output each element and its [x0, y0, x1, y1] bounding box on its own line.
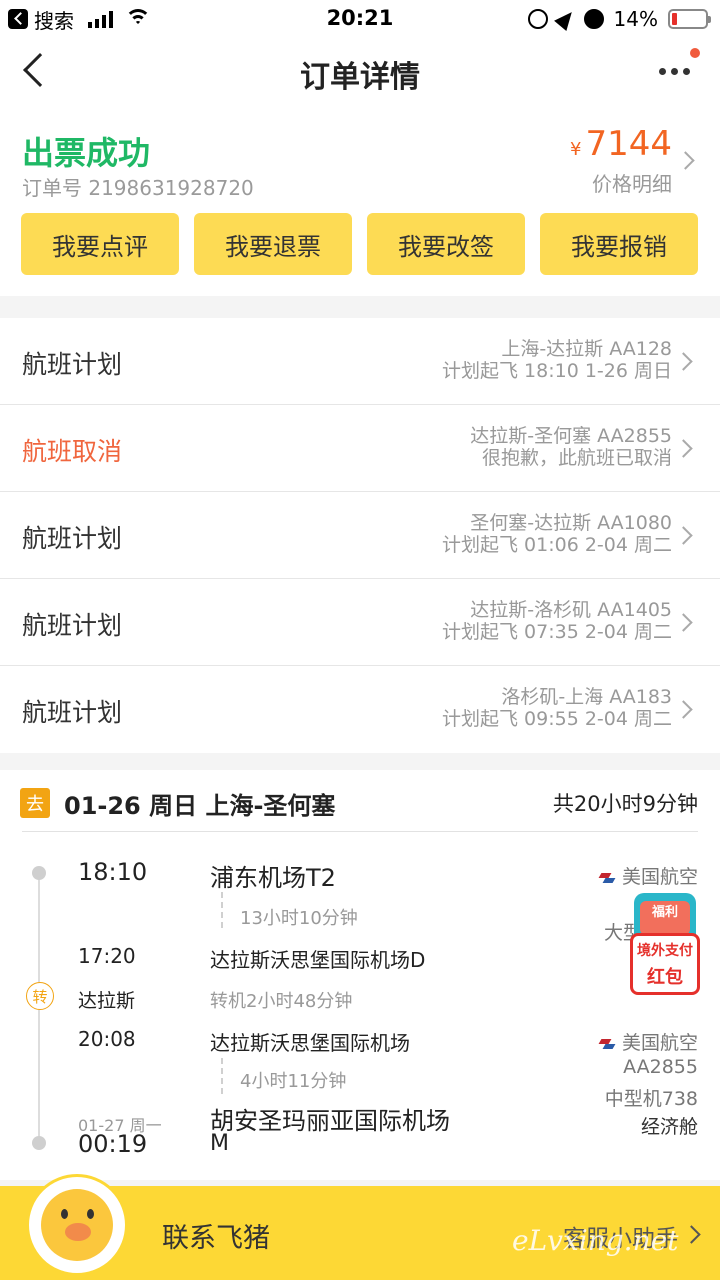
currency-symbol: ¥	[570, 139, 582, 160]
transfer-city: 达拉斯	[78, 990, 136, 1012]
pig-mascot-icon	[41, 1189, 113, 1261]
segment1-dep-time: 18:10	[78, 858, 148, 886]
flight-info: 洛杉矶-上海 AA183 计划起飞 09:55 2-04 周二	[442, 686, 672, 730]
promo-line3: 红包	[647, 967, 683, 988]
flight-route: 上海-达拉斯 AA128	[501, 338, 672, 360]
notification-dot	[690, 48, 700, 58]
flight-route: 达拉斯-洛杉矶 AA1405	[470, 599, 672, 621]
flight-route: 圣何塞-达拉斯 AA1080	[470, 512, 672, 534]
flight-detail: 计划起飞 07:35 2-04 周二	[442, 621, 672, 643]
transfer-wait: 转机2小时48分钟	[210, 991, 353, 1012]
timeline-end-dot	[32, 1136, 46, 1150]
segment2-arr-airport-line1: 胡安圣玛丽亚国际机场	[210, 1107, 450, 1135]
pig-eye	[87, 1209, 94, 1219]
segment2-dash	[221, 1058, 223, 1094]
battery-icon	[668, 9, 711, 29]
flight-info: 圣何塞-达拉斯 AA1080 计划起飞 01:06 2-04 周二	[442, 512, 672, 556]
segment1-duration: 13小时10分钟	[240, 908, 358, 929]
page-title: 订单详情	[300, 60, 420, 95]
outbound-tag: 去	[20, 788, 50, 818]
pig-eye	[61, 1209, 68, 1219]
pig-nose	[65, 1223, 91, 1241]
flight-detail: 计划起飞 09:55 2-04 周二	[442, 708, 672, 730]
overseas-payment-redpacket-badge[interactable]: 福利 境外支付 红包	[630, 893, 700, 999]
flight-status-label: 航班计划	[22, 698, 123, 727]
fliggy-mascot-avatar[interactable]	[26, 1174, 128, 1276]
flight-detail: 很抱歉，此航班已取消	[481, 447, 672, 469]
segment2-cabin: 经济舱	[640, 1116, 698, 1138]
flight-row[interactable]: 航班取消 达拉斯-圣何塞 AA2855 很抱歉，此航班已取消	[0, 405, 720, 492]
segment2-duration: 4小时11分钟	[240, 1071, 347, 1092]
order-summary: 出票成功 订单号 2198631928720 ¥ 7144 价格明细 我要点评 …	[0, 106, 720, 296]
watermark: eLvxing.net	[512, 1224, 679, 1257]
flight-status-label: 航班取消	[22, 437, 123, 466]
alarm-icon	[583, 9, 604, 29]
price-detail-link[interactable]: 价格明细	[592, 168, 672, 197]
ticket-status: 出票成功	[22, 134, 151, 172]
review-button[interactable]: 我要点评	[21, 213, 179, 275]
segment1-dash	[221, 892, 223, 928]
segment2-arr-airport-line2: M	[210, 1131, 229, 1156]
contact-fliggy-button[interactable]: 联系飞猪	[162, 1216, 270, 1255]
chevron-right-icon[interactable]	[676, 151, 695, 170]
segment1-dep-airport: 浦东机场T2	[210, 864, 336, 892]
flight-detail: 计划起飞 01:06 2-04 周二	[442, 534, 672, 556]
flight-info: 达拉斯-洛杉矶 AA1405 计划起飞 07:35 2-04 周二	[442, 599, 672, 643]
action-buttons: 我要点评 我要退票 我要改签 我要报销	[21, 213, 698, 275]
flight-status-list: 航班计划 上海-达拉斯 AA128 计划起飞 18:10 1-26 周日 航班取…	[0, 318, 720, 753]
flight-row[interactable]: 航班计划 上海-达拉斯 AA128 计划起飞 18:10 1-26 周日	[0, 318, 720, 405]
chevron-right-icon	[674, 352, 693, 371]
flight-info: 上海-达拉斯 AA128 计划起飞 18:10 1-26 周日	[442, 338, 672, 382]
nav-bar: 订单详情	[0, 38, 720, 106]
transfer-icon: 转	[26, 982, 54, 1010]
chevron-right-icon	[674, 526, 693, 545]
segment1-airline-name: 美国航空	[621, 866, 698, 888]
promo-line1: 福利	[651, 905, 678, 920]
change-button[interactable]: 我要改签	[367, 213, 525, 275]
american-airlines-logo-icon	[600, 871, 616, 885]
refund-button[interactable]: 我要退票	[194, 213, 352, 275]
price-amount: 7144	[585, 124, 672, 164]
segment2-airline-name: 美国航空	[621, 1032, 698, 1054]
chevron-right-icon	[674, 613, 693, 632]
location-icon	[553, 6, 578, 32]
flight-row[interactable]: 航班计划 达拉斯-洛杉矶 AA1405 计划起飞 07:35 2-04 周二	[0, 579, 720, 666]
flight-detail: 计划起飞 18:10 1-26 周日	[442, 360, 672, 382]
status-right: 14%	[527, 6, 711, 32]
total-duration: 共20小时9分钟	[552, 792, 698, 816]
order-number: 订单号 2198631928720	[22, 176, 254, 200]
price[interactable]: ¥ 7144	[570, 124, 672, 164]
flight-status-label: 航班计划	[22, 350, 123, 379]
itinerary-title: 01-26 周日 上海-圣何塞	[64, 792, 336, 820]
battery-percent: 14%	[613, 7, 658, 31]
segment2-airline: 美国航空	[600, 1028, 698, 1055]
american-airlines-logo-icon	[600, 1037, 616, 1051]
segment2-dep-time: 20:08	[78, 1027, 136, 1051]
itinerary-card: 去 01-26 周日 上海-圣何塞 共20小时9分钟 转 18:10 浦东机场T…	[0, 770, 720, 1180]
segment2-arr-time: 00:19	[78, 1130, 148, 1158]
reimburse-button[interactable]: 我要报销	[540, 213, 698, 275]
flight-route: 达拉斯-圣何塞 AA2855	[470, 425, 672, 447]
segment1-airline: 美国航空	[600, 862, 698, 889]
flight-row[interactable]: 航班计划 洛杉矶-上海 AA183 计划起飞 09:55 2-04 周二	[0, 666, 720, 753]
rotation-lock-icon	[527, 9, 548, 29]
segment1-arr-time: 17:20	[78, 944, 136, 968]
flight-info: 达拉斯-圣何塞 AA2855 很抱歉，此航班已取消	[470, 425, 672, 469]
segment2-dep-airport: 达拉斯沃思堡国际机场	[210, 1031, 410, 1055]
segment2-aircraft: 中型机738	[604, 1088, 698, 1110]
flight-status-label: 航班计划	[22, 524, 123, 553]
promo-line2: 境外支付	[637, 943, 693, 959]
timeline-start-dot	[32, 866, 46, 880]
segment1-arr-airport: 达拉斯沃思堡国际机场D	[210, 948, 426, 972]
segment2-flight-no: AA2855	[623, 1056, 698, 1078]
chevron-right-icon	[674, 700, 693, 719]
itinerary-header: 去 01-26 周日 上海-圣何塞 共20小时9分钟	[0, 770, 720, 832]
flight-route: 洛杉矶-上海 AA183	[501, 686, 672, 708]
flight-status-label: 航班计划	[22, 611, 123, 640]
flight-row[interactable]: 航班计划 圣何塞-达拉斯 AA1080 计划起飞 01:06 2-04 周二	[0, 492, 720, 579]
more-menu-icon[interactable]	[659, 68, 690, 75]
chevron-right-icon	[674, 439, 693, 458]
status-bar: 搜索 20:21 14%	[0, 0, 720, 38]
divider	[22, 831, 698, 832]
